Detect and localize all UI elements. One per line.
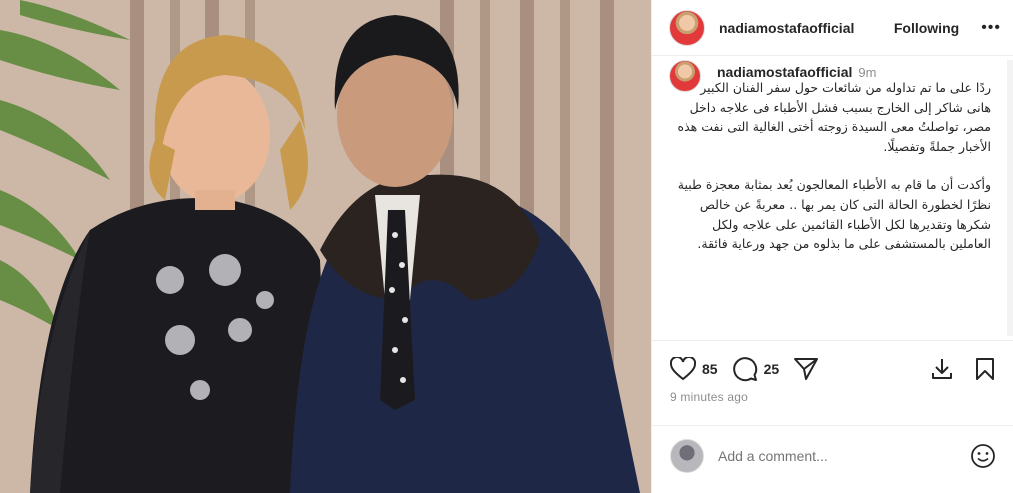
comment-bar (652, 425, 1013, 485)
posted-time: 9 minutes ago (670, 390, 748, 404)
action-right-group (930, 357, 996, 381)
download-icon[interactable] (930, 357, 954, 381)
post-header: nadiamostafaofficial Following ••• (652, 0, 1013, 56)
bookmark-icon[interactable] (974, 357, 996, 381)
comment-icon[interactable] (732, 356, 758, 382)
comment-action: 25 (732, 356, 780, 382)
share-icon[interactable] (793, 357, 819, 381)
like-action: 85 (670, 356, 718, 381)
share-action (793, 357, 819, 381)
post-side-panel: nadiamostafaofficial Following ••• nadia… (651, 0, 1013, 493)
caption-text: ردًا على ما تم تداوله من شائعات حول سفر … (669, 78, 999, 254)
comment-count[interactable]: 25 (764, 361, 780, 377)
more-options-icon[interactable]: ••• (981, 19, 1001, 37)
like-count[interactable]: 85 (702, 361, 718, 377)
caption-scrollbar[interactable] (1007, 60, 1013, 336)
post-photo[interactable] (0, 0, 651, 493)
caption-avatar[interactable] (669, 60, 701, 92)
caption-area: nadiamostafaofficial 9m ردًا على ما تم تد… (669, 60, 1009, 336)
caption-paragraph-2: وأكدت أن ما قام به الأطباء المعالجون يُع… (677, 177, 991, 252)
action-bar: 85 25 (652, 340, 1013, 396)
caption-paragraph-1: ردًا على ما تم تداوله من شائعات حول سفر … (677, 80, 991, 154)
comment-input[interactable] (718, 447, 958, 464)
emoji-icon[interactable] (970, 443, 996, 469)
current-user-avatar (670, 438, 704, 473)
header-username[interactable]: nadiamostafaofficial (719, 20, 854, 36)
following-button[interactable]: Following (894, 20, 959, 36)
heart-icon[interactable] (670, 356, 696, 381)
profile-avatar[interactable] (669, 9, 705, 46)
